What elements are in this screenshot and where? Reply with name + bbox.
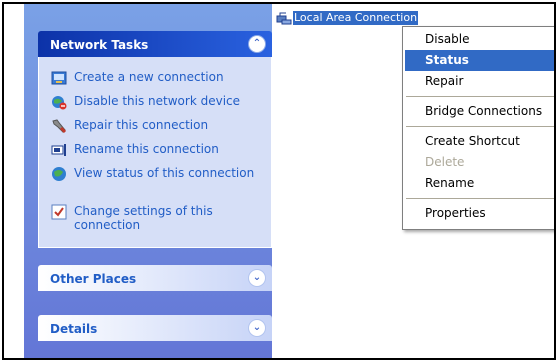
other-places-title: Other Places <box>50 272 137 286</box>
menu-item-status[interactable]: Status <box>405 50 554 71</box>
task-label: Repair this connection <box>74 118 209 132</box>
network-tasks-panel: Create a new connection Disable this net… <box>38 57 272 248</box>
menu-separator <box>406 126 554 127</box>
task-label: Create a new connection <box>74 70 224 84</box>
other-places-header[interactable]: Other Places ⌄ <box>38 265 272 291</box>
task-label: Rename this connection <box>74 142 219 156</box>
menu-item-repair[interactable]: Repair <box>405 71 554 92</box>
connection-label: Local Area Connection <box>293 11 419 25</box>
expand-icon[interactable]: ⌄ <box>248 269 266 287</box>
details-title: Details <box>50 322 98 336</box>
menu-item-disable[interactable]: Disable <box>405 29 554 50</box>
menu-separator <box>406 96 554 97</box>
menu-item-delete: Delete <box>425 155 465 169</box>
menu-item-bridge-connections[interactable]: Bridge Connections <box>405 101 554 122</box>
task-label: Change settings of this connection <box>74 204 213 232</box>
task-create-new-connection[interactable]: Create a new connection <box>51 70 261 86</box>
window-frame: Network Tasks ⌃ Create a new connection … <box>2 2 556 360</box>
change-settings-icon <box>51 204 67 220</box>
new-connection-icon <box>51 70 67 86</box>
task-change-settings[interactable]: Change settings of this connection <box>51 204 261 232</box>
task-label: Disable this network device <box>74 94 241 108</box>
local-area-connection-item[interactable]: Local Area Connection <box>276 10 419 26</box>
task-disable-network-device[interactable]: Disable this network device <box>51 94 261 110</box>
menu-item-rename[interactable]: Rename <box>405 173 554 194</box>
menu-item-properties[interactable]: Properties <box>405 203 554 224</box>
repair-icon <box>51 118 67 134</box>
details-header[interactable]: Details ⌄ <box>38 315 272 341</box>
menu-separator <box>406 198 554 199</box>
task-label: View status of this connection <box>74 166 255 180</box>
rename-icon <box>51 142 67 158</box>
network-tasks-title: Network Tasks <box>50 38 149 52</box>
view-status-icon <box>51 166 67 182</box>
task-view-status[interactable]: View status of this connection <box>51 166 261 182</box>
task-pane: Network Tasks ⌃ Create a new connection … <box>24 4 272 358</box>
context-menu: Disable Status Repair Bridge Connections… <box>402 26 554 230</box>
disable-device-icon <box>51 94 67 110</box>
expand-icon[interactable]: ⌄ <box>248 319 266 337</box>
collapse-icon[interactable]: ⌃ <box>248 35 266 53</box>
network-connection-icon <box>276 11 292 25</box>
task-repair-connection[interactable]: Repair this connection <box>51 118 261 134</box>
task-rename-connection[interactable]: Rename this connection <box>51 142 261 158</box>
network-tasks-header[interactable]: Network Tasks ⌃ <box>38 31 272 57</box>
menu-item-create-shortcut[interactable]: Create Shortcut <box>405 131 554 152</box>
